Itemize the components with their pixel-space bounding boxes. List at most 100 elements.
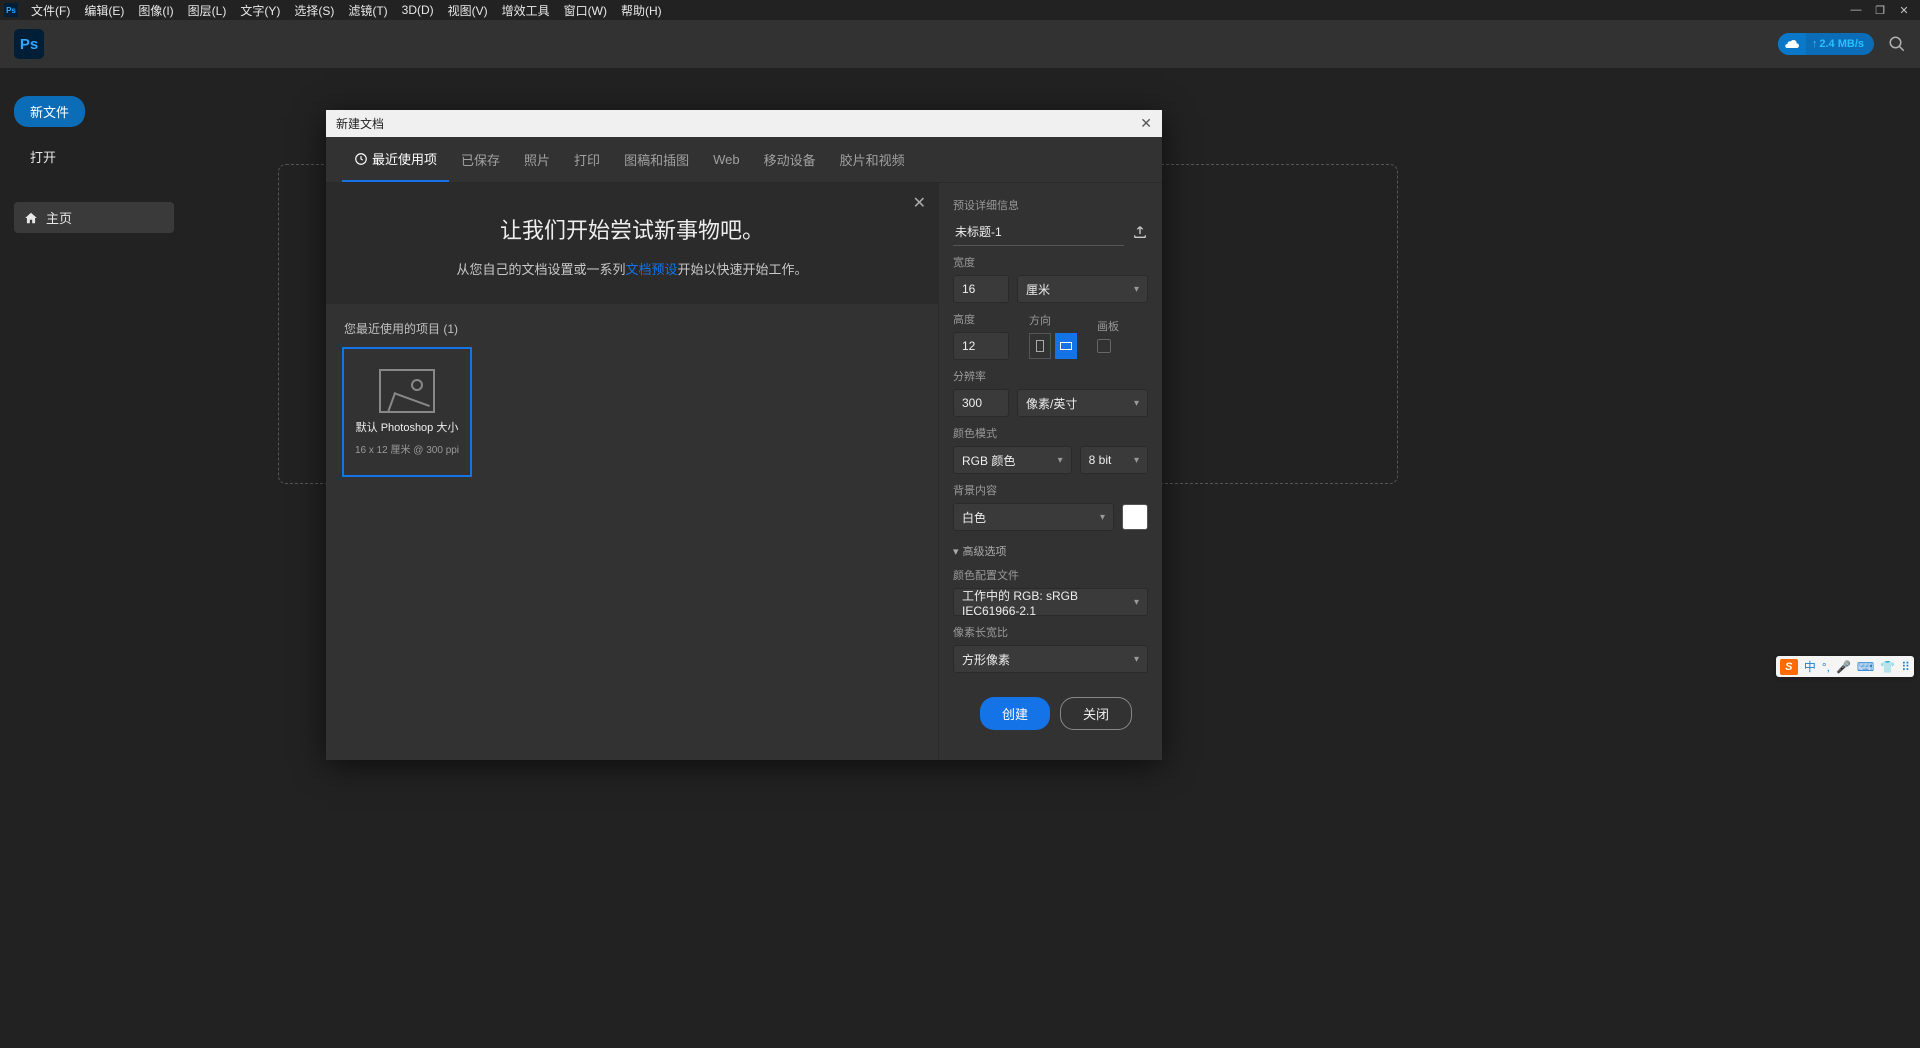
chevron-down-icon: ▾ xyxy=(1100,512,1105,523)
tab-web[interactable]: Web xyxy=(701,140,752,179)
chevron-down-icon: ▾ xyxy=(953,545,959,558)
preset-details-header: 预设详细信息 xyxy=(953,197,1148,213)
color-profile-label: 颜色配置文件 xyxy=(953,567,1148,583)
recent-items-header: 您最近使用的项目 (1) xyxy=(326,304,938,347)
color-profile-select[interactable]: 工作中的 RGB: sRGB IEC61966-2.1▾ xyxy=(953,588,1148,616)
background-select[interactable]: 白色▾ xyxy=(953,503,1114,531)
banner-heading: 让我们开始尝试新事物吧。 xyxy=(346,213,918,245)
window-close-button[interactable]: ✕ xyxy=(1892,4,1916,17)
nav-home-label: 主页 xyxy=(46,208,72,227)
app-icon: Ps xyxy=(4,3,18,17)
document-name-input[interactable] xyxy=(953,218,1124,246)
ime-menu-icon[interactable]: ⠿ xyxy=(1901,660,1910,674)
color-mode-select[interactable]: RGB 颜色▾ xyxy=(953,446,1072,474)
color-mode-label: 颜色模式 xyxy=(953,425,1148,441)
menu-image[interactable]: 图像(I) xyxy=(131,0,180,21)
ime-keyboard-icon[interactable]: ⌨ xyxy=(1857,660,1874,674)
tab-photo[interactable]: 照片 xyxy=(512,138,562,181)
tab-print[interactable]: 打印 xyxy=(562,138,612,181)
tab-mobile[interactable]: 移动设备 xyxy=(752,138,828,181)
new-file-button[interactable]: 新文件 xyxy=(14,96,85,127)
chevron-down-icon: ▾ xyxy=(1134,597,1139,608)
width-input[interactable] xyxy=(953,275,1009,303)
preset-thumbnail-icon xyxy=(379,369,435,413)
color-depth-select[interactable]: 8 bit▾ xyxy=(1080,446,1148,474)
dialog-tabs: 最近使用项 已保存 照片 打印 图稿和插图 Web 移动设备 胶片和视频 xyxy=(326,137,1162,183)
search-icon[interactable] xyxy=(1888,35,1906,53)
nav-home[interactable]: 主页 xyxy=(14,202,174,233)
window-minimize-button[interactable]: — xyxy=(1844,4,1868,16)
dialog-title: 新建文档 xyxy=(336,115,384,132)
welcome-banner: ✕ 让我们开始尝试新事物吧。 从您自己的文档设置或一系列文档预设开始以快速开始工… xyxy=(326,183,938,304)
orientation-label: 方向 xyxy=(1029,312,1077,328)
tab-saved[interactable]: 已保存 xyxy=(449,138,512,181)
resolution-input[interactable] xyxy=(953,389,1009,417)
create-button[interactable]: 创建 xyxy=(980,697,1050,730)
chevron-down-icon: ▾ xyxy=(1134,654,1139,665)
ime-punct-icon[interactable]: °, xyxy=(1822,660,1830,674)
width-unit-select[interactable]: 厘米▾ xyxy=(1017,275,1148,303)
presets-link[interactable]: 文档预设 xyxy=(625,262,677,277)
resolution-label: 分辨率 xyxy=(953,368,1148,384)
tab-art[interactable]: 图稿和插图 xyxy=(612,138,701,181)
banner-close-button[interactable]: ✕ xyxy=(913,193,926,213)
main-area: 新文件 打开 主页 新建文档 ✕ 最近使用项 已保存 照片 打印 图稿和插图 W… xyxy=(0,68,1920,1048)
preset-title: 默认 Photoshop 大小 xyxy=(356,419,459,435)
photoshop-logo: Ps xyxy=(14,29,44,59)
menu-window[interactable]: 窗口(W) xyxy=(557,0,614,21)
cloud-speed: 2.4 MB/s xyxy=(1819,38,1864,50)
menu-3d[interactable]: 3D(D) xyxy=(395,1,441,19)
ime-mic-icon[interactable]: 🎤 xyxy=(1836,660,1851,674)
clock-icon xyxy=(354,152,368,166)
save-preset-icon[interactable] xyxy=(1132,224,1148,240)
menu-plugins[interactable]: 增效工具 xyxy=(495,0,557,21)
cloud-sync-badge[interactable]: ↑ 2.4 MB/s xyxy=(1778,33,1874,55)
chevron-down-icon: ▾ xyxy=(1134,284,1139,295)
dialog-left-pane: ✕ 让我们开始尝试新事物吧。 从您自己的文档设置或一系列文档预设开始以快速开始工… xyxy=(326,183,938,760)
menu-edit[interactable]: 编辑(E) xyxy=(77,0,131,21)
menu-filter[interactable]: 滤镜(T) xyxy=(341,0,394,21)
menu-help[interactable]: 帮助(H) xyxy=(614,0,669,21)
pixel-aspect-ratio-label: 像素长宽比 xyxy=(953,624,1148,640)
ime-skin-icon[interactable]: 👕 xyxy=(1880,660,1895,674)
artboard-checkbox[interactable] xyxy=(1097,339,1111,353)
dialog-close-button[interactable]: ✕ xyxy=(1140,115,1152,132)
height-input[interactable] xyxy=(953,332,1009,360)
cloud-icon xyxy=(1778,33,1806,55)
artboard-label: 画板 xyxy=(1097,318,1119,334)
orientation-portrait-button[interactable] xyxy=(1029,333,1051,359)
background-color-swatch[interactable] xyxy=(1122,504,1148,530)
sogou-icon: S xyxy=(1780,659,1798,675)
menu-view[interactable]: 视图(V) xyxy=(441,0,495,21)
dialog-right-pane: 预设详细信息 宽度 厘米▾ 高度 xyxy=(938,183,1162,760)
menu-select[interactable]: 选择(S) xyxy=(287,0,341,21)
background-label: 背景内容 xyxy=(953,482,1148,498)
open-button[interactable]: 打开 xyxy=(14,141,174,172)
menu-type[interactable]: 文字(Y) xyxy=(233,0,287,21)
resolution-unit-select[interactable]: 像素/英寸▾ xyxy=(1017,389,1148,417)
preset-subtitle: 16 x 12 厘米 @ 300 ppi xyxy=(355,441,459,456)
tab-film[interactable]: 胶片和视频 xyxy=(828,138,917,181)
menu-layer[interactable]: 图层(L) xyxy=(181,0,234,21)
chevron-down-icon: ▾ xyxy=(1134,398,1139,409)
header: Ps ↑ 2.4 MB/s xyxy=(0,20,1920,68)
menu-file[interactable]: 文件(F) xyxy=(24,0,77,21)
new-document-dialog: 新建文档 ✕ 最近使用项 已保存 照片 打印 图稿和插图 Web 移动设备 胶片… xyxy=(326,110,1162,760)
pixel-aspect-ratio-select[interactable]: 方形像素▾ xyxy=(953,645,1148,673)
ime-lang[interactable]: 中 xyxy=(1804,658,1816,675)
tab-recent[interactable]: 最近使用项 xyxy=(342,137,449,182)
menubar: Ps 文件(F) 编辑(E) 图像(I) 图层(L) 文字(Y) 选择(S) 滤… xyxy=(0,0,1920,20)
chevron-down-icon: ▾ xyxy=(1058,455,1063,466)
banner-text: 从您自己的文档设置或一系列文档预设开始以快速开始工作。 xyxy=(346,259,918,278)
chevron-down-icon: ▾ xyxy=(1134,455,1139,466)
close-button[interactable]: 关闭 xyxy=(1060,697,1132,730)
preset-default-photoshop-size[interactable]: 默认 Photoshop 大小 16 x 12 厘米 @ 300 ppi xyxy=(342,347,472,477)
ime-toolbar[interactable]: S 中 °, 🎤 ⌨ 👕 ⠿ xyxy=(1776,656,1914,677)
home-icon xyxy=(24,211,38,225)
advanced-options-toggle[interactable]: ▾ 高级选项 xyxy=(953,543,1148,559)
home-sidebar: 新文件 打开 主页 xyxy=(14,96,174,233)
window-maximize-button[interactable]: ❐ xyxy=(1868,4,1892,17)
upload-arrow-icon: ↑ xyxy=(1812,38,1818,50)
dialog-titlebar: 新建文档 ✕ xyxy=(326,110,1162,137)
orientation-landscape-button[interactable] xyxy=(1055,333,1077,359)
